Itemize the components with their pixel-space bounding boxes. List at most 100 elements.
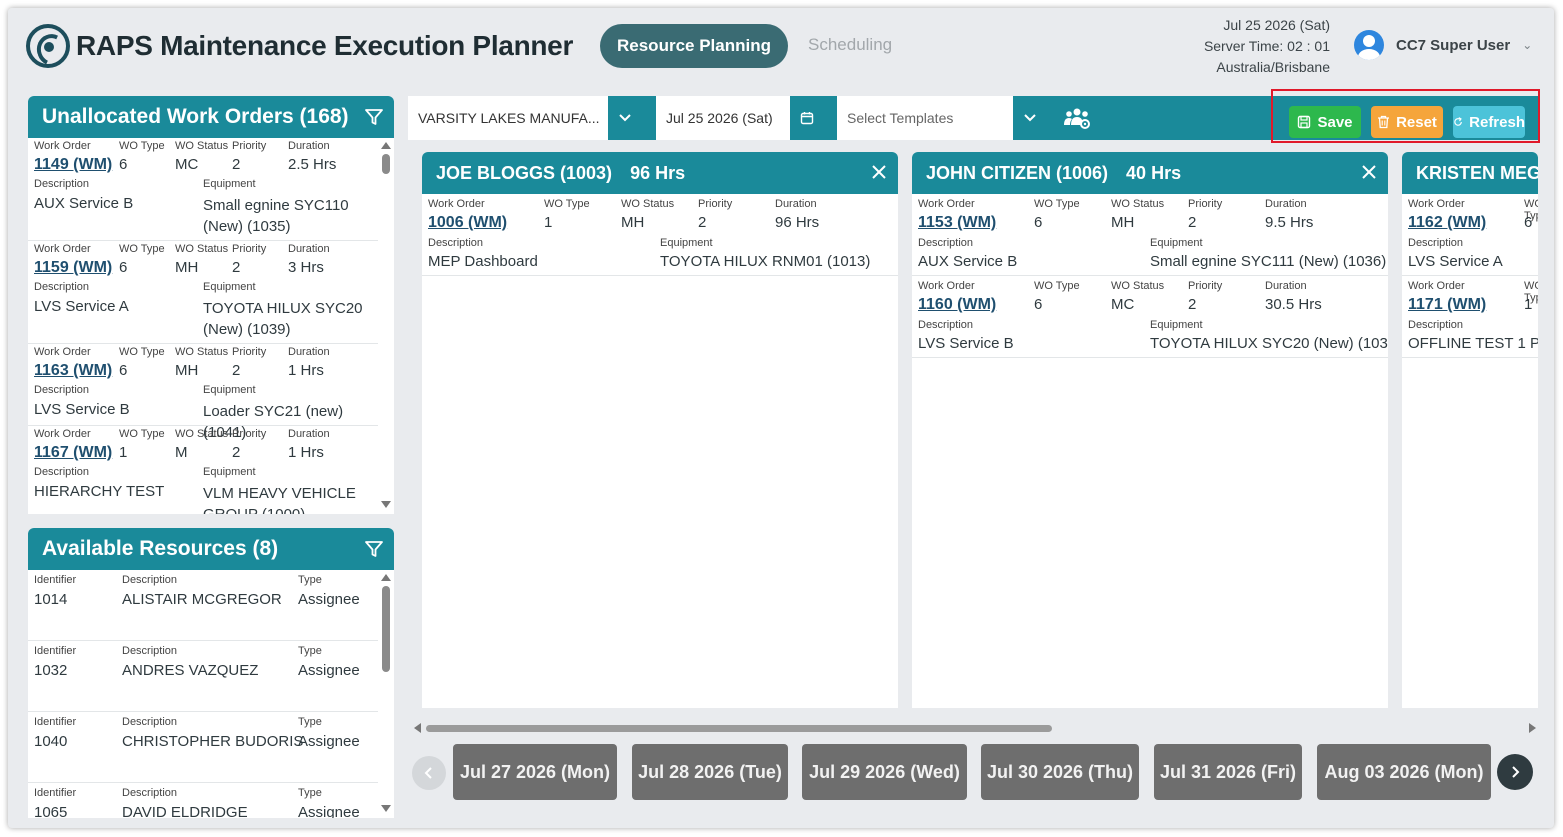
scroll-thumb[interactable] [382,154,390,174]
next-day-button[interactable] [1497,754,1533,790]
site-select[interactable]: VARSITY LAKES MANUFA... [408,96,608,140]
resources-list[interactable]: Identifier Description Type 1014 ALISTAIR MC… [28,570,378,818]
work-order-link[interactable]: 1171 (WM) [1408,296,1486,314]
scroll-thumb[interactable] [382,586,390,672]
scroll-up-arrow-icon[interactable] [381,142,391,149]
wo-type-value: 1 [1524,296,1533,313]
close-icon[interactable] [1360,163,1378,181]
scroll-right-arrow-icon[interactable] [1529,723,1536,733]
resource-row[interactable]: Identifier Description Type 1040 CHRISTOPHER… [28,712,378,783]
priority-value: 2 [1188,296,1197,313]
resource-column[interactable]: KRISTEN MEGI Work OrderWO Type1162 (WM)6… [1402,152,1538,708]
tab-scheduling[interactable]: Scheduling [808,35,892,55]
assigned-work-order-card[interactable]: Work Order WO Type 1153 (WM) 6 Description AU… [912,194,1388,276]
work-order-link[interactable]: 1162 (WM) [1408,214,1486,232]
resource-row[interactable]: Identifier Description Type 1014 ALISTAIR MC… [28,570,378,641]
day-tab[interactable]: Jul 30 2026 (Thu) [981,744,1139,800]
site-dropdown-button[interactable] [608,96,642,140]
scroll-up-arrow-icon[interactable] [381,574,391,581]
date-field[interactable]: Jul 25 2026 (Sat) [656,96,790,140]
template-select[interactable]: Select Templates [837,96,1013,140]
assigned-work-order-card[interactable]: Work OrderWO Type1171 (WM)1DescriptionOF… [1402,276,1538,358]
assigned-work-order-card[interactable]: Work Order WO Type 1160 (WM) 6 Description LV… [912,276,1388,358]
template-dropdown-button[interactable] [1013,96,1047,140]
work-order-link[interactable]: 1153 (WM) [918,214,996,232]
scroll-down-arrow-icon[interactable] [381,805,391,812]
equipment-label: Equipment [203,384,256,396]
filter-icon[interactable] [364,539,384,559]
columns-scrollbar[interactable] [412,722,1538,734]
scroll-thumb[interactable] [426,725,1052,732]
identifier-value: 1065 [34,804,68,818]
previous-day-button[interactable] [412,756,446,790]
description-value: LVS Service B [34,401,130,418]
work-order-link[interactable]: 1163 (WM) [34,362,112,380]
scroll-left-arrow-icon[interactable] [414,723,421,733]
unallocated-list[interactable]: Work Order WO Type WO Status Priority Durati… [28,138,378,514]
resource-name: KRISTEN MEGI [1416,162,1538,183]
avatar-icon [1354,30,1384,60]
assigned-work-order-card[interactable]: Work Order WO Type 1006 (WM) 1 Description ME… [422,194,898,276]
day-tab[interactable]: Jul 28 2026 (Tue) [632,744,788,800]
identifier-label: Identifier [34,787,77,799]
resources-panel: Available Resources (8) Identifier Descri… [28,528,394,818]
resource-row[interactable]: Identifier Description Type 1032 ANDRES VAZQ… [28,641,378,712]
filter-icon[interactable] [364,107,384,127]
type-label: Type [298,574,322,586]
work-order-card[interactable]: Work Order WO Type WO Status Priority Durati… [28,426,378,514]
duration-label: Duration [288,346,330,358]
duration-value: 9.5 Hrs [1265,214,1314,231]
resources-scrollbar[interactable] [380,572,392,814]
day-tab[interactable]: Jul 29 2026 (Wed) [802,744,967,800]
wo-type-label: WO Type [1034,198,1080,210]
description-label: Description [34,281,90,293]
equipment-value: Small egnine SYC110 (New) (1035) [203,197,349,235]
server-date: Jul 25 2026 (Sat) [1223,17,1330,33]
unallocated-scrollbar[interactable] [380,140,392,510]
priority-value: 2 [232,362,241,379]
work-order-link[interactable]: 1160 (WM) [918,296,996,314]
identifier-value: 1014 [34,591,68,608]
wo-type-value: 6 [119,156,128,173]
work-order-card[interactable]: Work Order WO Type WO Status Priority Durati… [28,241,378,344]
priority-value: 2 [1188,214,1197,231]
work-order-card[interactable]: Work Order WO Type WO Status Priority Durati… [28,138,378,241]
identifier-value: 1040 [34,733,68,750]
unallocated-header: Unallocated Work Orders (168) [28,96,394,138]
resource-column-list: Work Order WO Type 1153 (WM) 6 Description AU… [912,194,1388,358]
wo-status-label: WO Status [621,198,675,210]
work-order-link[interactable]: 1149 (WM) [34,156,112,174]
description-value: DAVID ELDRIDGE [122,804,248,818]
resource-column-header: KRISTEN MEGI [1402,152,1538,194]
resource-row[interactable]: Identifier Description Type 1065 DAVID ELDRI… [28,783,378,818]
work-order-link[interactable]: 1167 (WM) [34,444,112,462]
equipment-label: Equipment [203,466,256,478]
close-icon[interactable] [870,163,888,181]
description-value: OFFLINE TEST 1 PAF [1408,335,1538,352]
tab-resource-planning[interactable]: Resource Planning [600,24,788,68]
priority-value: 2 [232,156,241,173]
resource-name: JOHN CITIZEN (1006) [926,162,1109,183]
template-select-placeholder: Select Templates [847,110,954,126]
description-label: Description [122,645,178,657]
day-tab[interactable]: Jul 31 2026 (Fri) [1154,744,1302,800]
type-value: Assignee [298,591,360,608]
description-label: Description [34,178,90,190]
scroll-down-arrow-icon[interactable] [381,501,391,508]
server-time: Server Time: 02 : 01 [1203,38,1330,54]
day-tab[interactable]: Jul 27 2026 (Mon) [453,744,617,800]
chevron-down-icon [619,114,631,122]
calendar-icon [800,112,814,125]
user-menu[interactable]: CC7 Super User ⌄ [1354,30,1532,60]
group-settings-button[interactable] [1060,96,1094,140]
work-order-link[interactable]: 1006 (WM) [428,214,507,232]
resource-column[interactable]: JOHN CITIZEN (1006) 40 Hrs Work Order WO … [912,152,1388,708]
resource-column[interactable]: JOE BLOGGS (1003) 96 Hrs Work Order WO Ty… [422,152,898,708]
identifier-value: 1032 [34,662,68,679]
work-order-card[interactable]: Work Order WO Type WO Status Priority Durati… [28,344,378,441]
date-picker-button[interactable] [790,96,824,140]
description-value: CHRISTOPHER BUDORIS [122,733,304,750]
day-tab[interactable]: Aug 03 2026 (Mon) [1317,744,1491,800]
work-order-link[interactable]: 1159 (WM) [34,259,112,277]
assigned-work-order-card[interactable]: Work OrderWO Type1162 (WM)6DescriptionLV… [1402,194,1538,276]
